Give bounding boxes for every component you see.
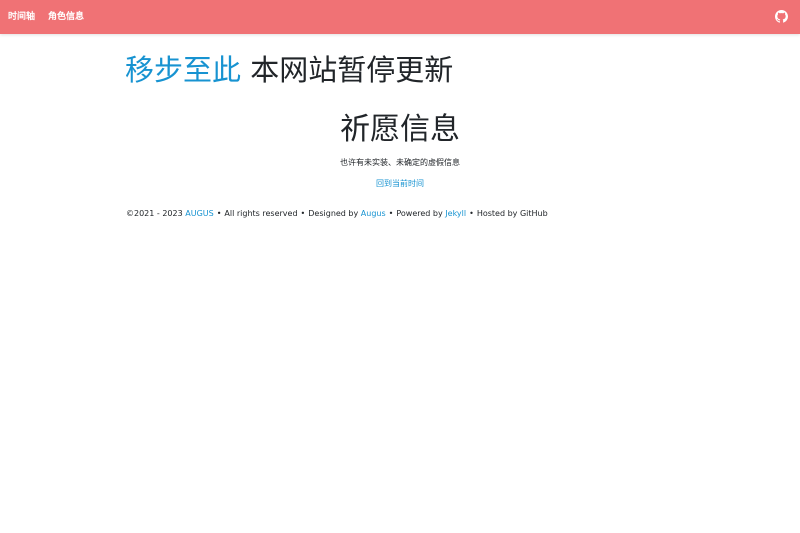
footer-hosted-by: Hosted by GitHub xyxy=(476,209,548,218)
footer-powered-by: Powered by xyxy=(396,209,446,218)
nav-item-character-info[interactable]: 角色信息 xyxy=(48,11,84,23)
footer-rights: All rights reserved xyxy=(224,209,298,218)
back-to-current-time-link[interactable]: 回到当前时间 xyxy=(376,179,424,188)
footer-copyright: ©2021 - 2023 xyxy=(126,209,186,218)
top-navbar: 时间轴 角色信息 xyxy=(0,0,800,34)
notice-text: 本网站暂停更新 xyxy=(241,53,454,87)
moved-here-link[interactable]: 移步至此 xyxy=(125,53,241,87)
footer-owner-link[interactable]: AUGUS xyxy=(185,209,213,218)
site-notice: 移步至此 本网站暂停更新 xyxy=(125,52,453,88)
footer-separator: • xyxy=(300,209,306,218)
footer-jekyll-link[interactable]: Jekyll xyxy=(445,209,466,218)
page-title: 祈愿信息 xyxy=(340,112,460,147)
footer: ©2021 - 2023 AUGUS • All rights reserved • D… xyxy=(126,208,548,219)
footer-designer-link[interactable]: Augus xyxy=(361,209,386,218)
nav-item-timeline[interactable]: 时间轴 xyxy=(8,11,35,23)
footer-separator: • xyxy=(388,209,394,218)
footer-designed-by: Designed by xyxy=(308,209,361,218)
footer-separator: • xyxy=(216,209,222,218)
back-to-current-time-container: 回到当前时间 xyxy=(0,178,800,189)
page-subtitle: 也许有未实装、未确定的虚假信息 xyxy=(340,158,460,167)
github-icon[interactable] xyxy=(775,10,788,23)
footer-separator: • xyxy=(469,209,474,218)
